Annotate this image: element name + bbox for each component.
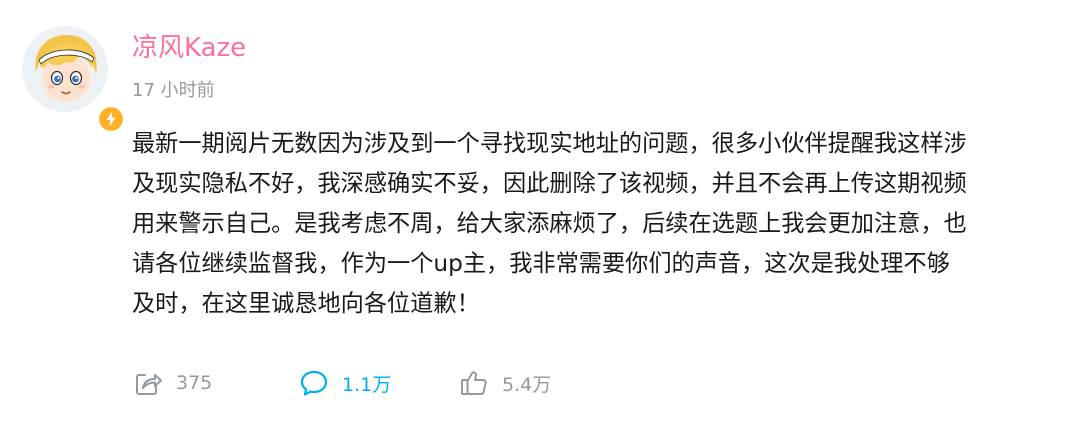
cartoon-boy-avatar-icon [22, 26, 108, 112]
post-timestamp: 17 小时前 [132, 80, 215, 101]
post-content-line: 及现实隐私不好，我深感确实不妥，因此删除了该视频，并且不会再上传这期视频 [132, 170, 967, 197]
share-button[interactable]: 375 [132, 364, 212, 402]
dynamic-post-card: 凉风Kaze 17 小时前 最新一期阅片无数因为涉及到一个寻找现实地址的问题，很… [0, 0, 1080, 428]
post-content-line: 请各位继续监督我，作为一个up主，我非常需要你们的声音，这次是我处理不够 [132, 250, 950, 277]
share-icon [136, 374, 162, 395]
like-count: 5.4万 [502, 373, 552, 396]
like-button[interactable]: 5.4万 [458, 364, 551, 402]
post-content-line: 及时，在这里诚恳地向各位道歉！ [132, 290, 480, 317]
avatar[interactable] [22, 26, 125, 133]
lightning-badge-icon [97, 105, 125, 133]
comment-count: 1.1万 [342, 373, 392, 396]
post-content-line: 最新一期阅片无数因为涉及到一个寻找现实地址的问题，很多小伙伴提醒我这样涉 [132, 130, 967, 157]
share-count: 375 [176, 372, 213, 394]
post-content: 最新一期阅片无数因为涉及到一个寻找现实地址的问题，很多小伙伴提醒我这样涉 及现实… [132, 124, 1062, 324]
post-content-line: 用来警示自己。是我考虑不周，给大家添麻烦了，后续在选题上我会更加注意，也 [132, 210, 967, 237]
username-link[interactable]: 凉风Kaze [132, 30, 246, 66]
comment-button[interactable]: 1.1万 [298, 364, 391, 402]
thumbs-up-icon [461, 371, 487, 395]
comment-icon [300, 370, 328, 396]
